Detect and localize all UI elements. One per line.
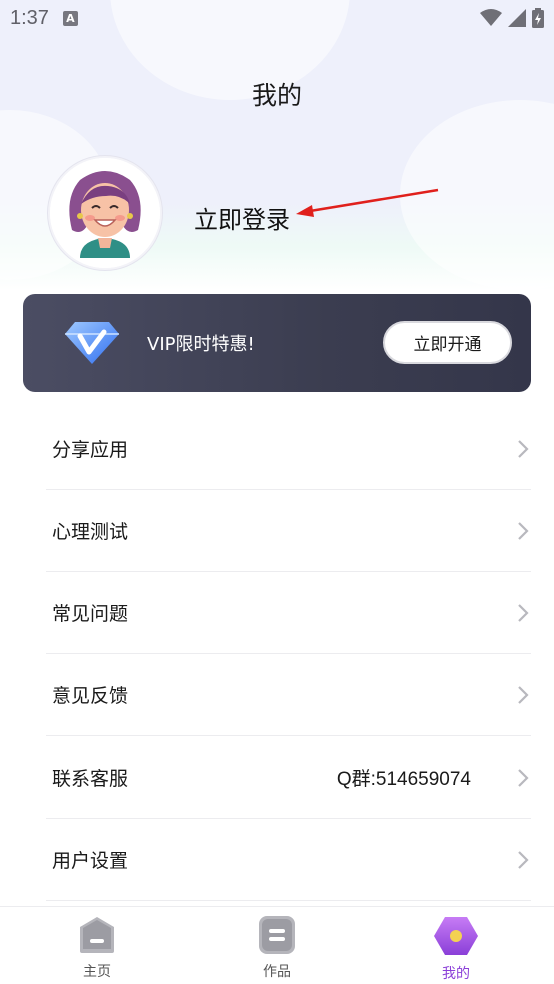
nav-tab-label: 作品 (263, 964, 291, 980)
status-icons (480, 8, 544, 28)
menu-item-psych-test[interactable]: 心理测试 (46, 490, 531, 572)
nav-tab-works[interactable]: 作品 (222, 915, 332, 981)
annotation-arrow (296, 188, 439, 217)
chevron-right-icon (518, 769, 529, 787)
menu-item-feedback[interactable]: 意见反馈 (46, 654, 531, 736)
mine-icon (434, 917, 478, 955)
menu-item-share-app[interactable]: 分享应用 (46, 408, 531, 490)
chevron-right-icon (518, 604, 529, 622)
nav-tab-home[interactable]: 主页 (42, 915, 152, 981)
vip-diamond-icon (65, 322, 119, 364)
notification-icon: A (62, 10, 78, 26)
menu-item-faq[interactable]: 常见问题 (46, 572, 531, 654)
menu-item-user-settings[interactable]: 用户设置 (46, 819, 531, 901)
nav-tab-mine[interactable]: 我的 (401, 915, 511, 983)
nav-tab-label: 我的 (442, 966, 470, 982)
avatar-illustration (50, 158, 160, 268)
menu-item-label: 联系客服 (52, 768, 129, 790)
nav-tab-label: 主页 (83, 964, 111, 980)
signal-icon (508, 9, 526, 27)
support-qq-group: Q群:514659074 (336, 769, 471, 790)
battery-icon (532, 8, 544, 28)
status-time: 1:37 (10, 6, 49, 29)
menu-item-contact-support[interactable]: 联系客服 Q群:514659074 (46, 737, 531, 819)
menu-item-label: 分享应用 (52, 439, 129, 461)
menu-item-label: 心理测试 (52, 521, 129, 543)
chevron-right-icon (518, 851, 529, 869)
avatar[interactable] (48, 156, 162, 270)
chevron-right-icon (518, 440, 529, 458)
chevron-right-icon (518, 522, 529, 540)
menu-item-label: 用户设置 (52, 850, 129, 872)
menu-item-label: 意见反馈 (52, 685, 129, 707)
works-icon (259, 916, 295, 954)
page-title: 我的 (251, 81, 302, 110)
menu-item-label: 常见问题 (52, 603, 129, 625)
vip-open-button[interactable]: 立即开通 (383, 321, 512, 364)
home-icon (80, 917, 114, 953)
chevron-right-icon (518, 686, 529, 704)
status-bar: 1:37 A (0, 0, 554, 36)
bottom-nav: 主页 作品 我的 (0, 906, 554, 984)
vip-banner[interactable]: VIP限时特惠! 立即开通 (23, 294, 531, 392)
wifi-icon (480, 9, 502, 26)
vip-promo-text: VIP限时特惠! (147, 334, 255, 355)
login-link[interactable]: 立即登录 (194, 200, 290, 235)
